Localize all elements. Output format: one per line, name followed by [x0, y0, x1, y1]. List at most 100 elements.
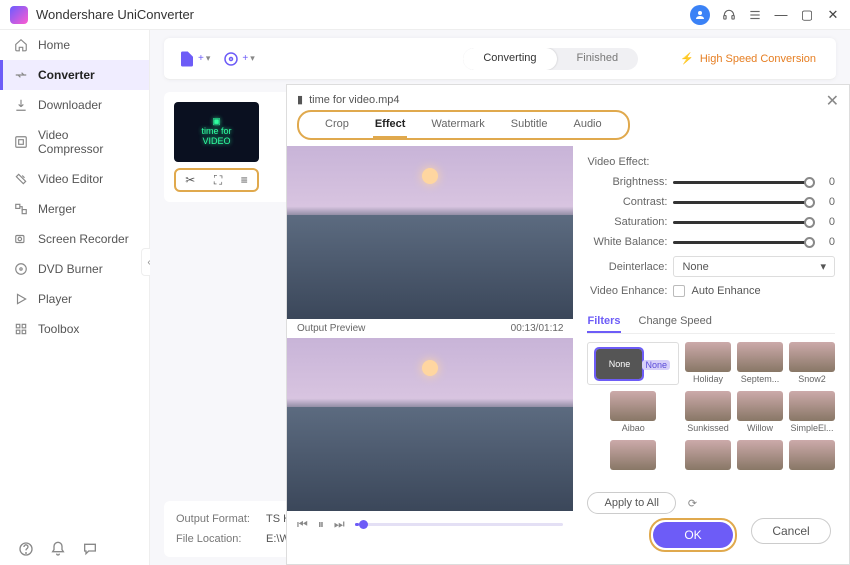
deinterlace-label: Deinterlace: [587, 261, 673, 273]
cancel-button[interactable]: Cancel [751, 518, 831, 544]
compress-icon [14, 135, 28, 149]
filter-caption: Holiday [693, 374, 723, 384]
sidebar-item-video-compressor[interactable]: Video Compressor [0, 120, 149, 164]
add-file-button[interactable]: +▾ [178, 50, 210, 68]
sidebar-item-toolbox[interactable]: Toolbox [0, 314, 149, 344]
subtab-filters[interactable]: Filters [587, 311, 620, 333]
tab-finished[interactable]: Finished [557, 48, 639, 70]
filter-none[interactable]: NoneNone [587, 342, 679, 385]
player-icon [14, 292, 28, 306]
bolt-icon: ⚡ [680, 52, 694, 65]
filter-snow2[interactable]: Snow2 [789, 342, 835, 385]
brightness-slider[interactable] [673, 181, 811, 184]
filter-caption: Septem... [741, 374, 780, 384]
filter-swatch [737, 440, 783, 470]
dvd-icon [14, 262, 28, 276]
sidebar-item-video-editor[interactable]: Video Editor [0, 164, 149, 194]
next-frame-button[interactable]: ⏭ [334, 517, 345, 532]
headset-icon[interactable] [722, 8, 736, 22]
thumb-tools: ✂ ⛶ ≡ [174, 168, 259, 192]
apply-to-all-button[interactable]: Apply to All [587, 492, 675, 514]
reset-icon[interactable]: ⟳ [688, 497, 697, 510]
filter-blank-8[interactable] [587, 440, 679, 482]
contrast-slider[interactable] [673, 201, 811, 204]
chevron-down-icon: ▾ [820, 260, 826, 273]
filter-simpleel[interactable]: SimpleEl... [789, 391, 835, 434]
high-speed-toggle[interactable]: ⚡ High Speed Conversion [680, 52, 822, 65]
sidebar-item-dvd-burner[interactable]: DVD Burner [0, 254, 149, 284]
sidebar-item-home[interactable]: Home [0, 30, 149, 60]
ok-highlight: OK [649, 518, 737, 552]
preview-output [287, 338, 573, 511]
close-window-button[interactable]: ✕ [826, 7, 840, 23]
pause-button[interactable]: ⏸ [318, 517, 324, 532]
saturation-slider[interactable] [673, 221, 811, 224]
editor-tab-subtitle[interactable]: Subtitle [509, 112, 550, 138]
deinterlace-select[interactable]: None▾ [673, 256, 835, 277]
filter-sunkissed[interactable]: Sunkissed [685, 391, 731, 434]
filter-swatch [610, 440, 656, 470]
auto-enhance-label: Auto Enhance [691, 285, 760, 297]
sidebar-item-label: Home [38, 38, 70, 52]
maximize-button[interactable]: ▢ [800, 7, 814, 23]
filter-willow[interactable]: Willow [737, 391, 783, 434]
video-thumbnail[interactable]: ▣time forVIDEO [174, 102, 259, 162]
filter-aibao[interactable]: Aibao [587, 391, 679, 434]
sidebar-item-merger[interactable]: Merger [0, 194, 149, 224]
sidebar-item-label: DVD Burner [38, 262, 103, 276]
output-preview-label: Output Preview [297, 323, 365, 334]
prev-frame-button[interactable]: ⏮ [297, 517, 308, 532]
sidebar-item-label: Toolbox [38, 322, 79, 336]
menu-icon[interactable] [748, 8, 762, 22]
download-icon [14, 98, 28, 112]
video-enhance-label: Video Enhance: [587, 285, 673, 297]
filter-caption: Sunkissed [687, 423, 729, 433]
add-dvd-button[interactable]: +▾ [222, 50, 254, 68]
filter-blank-11[interactable] [789, 440, 835, 482]
user-avatar-icon[interactable] [690, 5, 710, 25]
crop-icon[interactable]: ⛶ [214, 173, 222, 188]
more-icon[interactable]: ≡ [241, 173, 248, 187]
sidebar-item-label: Player [38, 292, 72, 306]
filter-caption: Aibao [622, 423, 645, 433]
toolbox-icon [14, 322, 28, 336]
help-icon[interactable] [18, 541, 32, 555]
toolbar: +▾ +▾ Converting Finished ⚡ High Speed C… [164, 38, 836, 80]
tab-converting[interactable]: Converting [463, 48, 556, 70]
effect-editor-dialog: ✕ ▮time for video.mp4 CropEffectWatermar… [286, 84, 850, 565]
progress-slider[interactable] [355, 523, 564, 526]
minimize-button[interactable]: ― [774, 7, 788, 22]
whitebalance-slider[interactable] [673, 241, 811, 244]
filter-caption: SimpleEl... [790, 423, 833, 433]
filter-blank-10[interactable] [737, 440, 783, 482]
trim-icon[interactable]: ✂ [185, 173, 195, 187]
filter-septem[interactable]: Septem... [737, 342, 783, 385]
filter-swatch [789, 391, 835, 421]
sidebar-item-label: Downloader [38, 98, 102, 112]
status-tabs: Converting Finished [463, 48, 638, 70]
filter-swatch [737, 342, 783, 372]
sidebar-item-converter[interactable]: Converter [0, 60, 149, 90]
filter-blank-9[interactable] [685, 440, 731, 482]
time-display: 00:13/01:12 [511, 323, 564, 334]
feedback-icon[interactable] [82, 541, 96, 555]
sidebar-item-screen-recorder[interactable]: Screen Recorder [0, 224, 149, 254]
sidebar-item-downloader[interactable]: Downloader [0, 90, 149, 120]
filter-swatch [789, 342, 835, 372]
editor-tab-crop[interactable]: Crop [323, 112, 351, 138]
filter-swatch [685, 440, 731, 470]
bell-icon[interactable] [50, 541, 64, 555]
editor-tab-audio[interactable]: Audio [571, 112, 603, 138]
home-icon [14, 38, 28, 52]
subtab-change-speed[interactable]: Change Speed [639, 311, 712, 333]
filter-caption: None [642, 360, 670, 370]
filter-holiday[interactable]: Holiday [685, 342, 731, 385]
auto-enhance-checkbox[interactable] [673, 285, 685, 297]
sidebar-item-player[interactable]: Player [0, 284, 149, 314]
close-dialog-button[interactable]: ✕ [826, 91, 839, 111]
sidebar: Home Converter Downloader Video CompressorV… [0, 30, 150, 565]
editor-tab-effect[interactable]: Effect [373, 112, 408, 138]
recorder-icon [14, 232, 28, 246]
ok-button[interactable]: OK [653, 522, 733, 548]
editor-tab-watermark[interactable]: Watermark [429, 112, 486, 138]
